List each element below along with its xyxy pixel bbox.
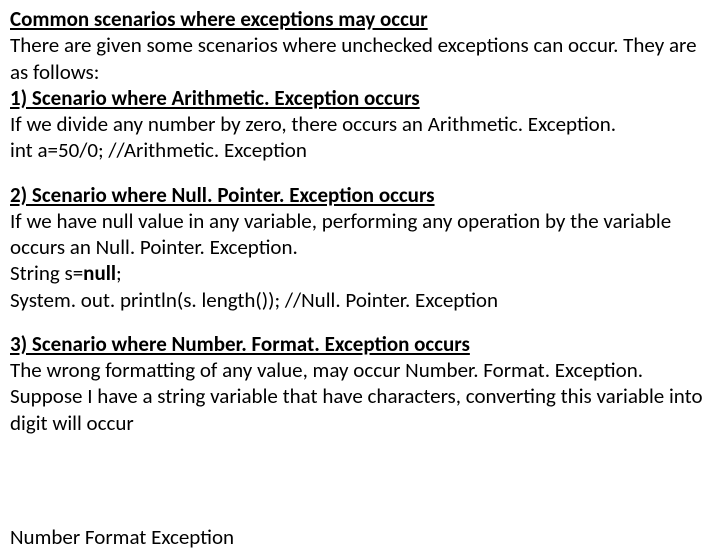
page-title: Common scenarios where exceptions may oc… [10,6,710,32]
code-bold: null [83,260,116,286]
code-pre: String s= [10,260,83,286]
intro-text: There are given some scenarios where unc… [10,32,710,85]
code-line: String s=null; [10,260,710,286]
document-page: Common scenarios where exceptions may oc… [0,0,720,436]
cutoff-text: Number Format Exception [10,524,234,550]
code-pre: int a=50/0; //Arithmetic. Exception [10,137,307,163]
section-body: If we divide any number by zero, there o… [10,111,710,137]
section-heading: 1) Scenario where Arithmetic. Exception … [10,85,710,111]
code-line: System. out. println(s. length()); //Nul… [10,287,710,313]
spacer [10,164,710,182]
code-post: ; [116,260,122,286]
code-pre: System. out. println(s. length()); //Nul… [10,287,498,313]
section-block: 3) Scenario where Number. Format. Except… [10,331,710,436]
section-heading: 3) Scenario where Number. Format. Except… [10,331,710,357]
code-line: int a=50/0; //Arithmetic. Exception [10,137,710,163]
section-body: The wrong formatting of any value, may o… [10,357,710,436]
intro-block: Common scenarios where exceptions may oc… [10,6,710,164]
section-block: 2) Scenario where Null. Pointer. Excepti… [10,182,710,313]
section-heading: 2) Scenario where Null. Pointer. Excepti… [10,182,710,208]
section-body: If we have null value in any variable, p… [10,208,710,261]
